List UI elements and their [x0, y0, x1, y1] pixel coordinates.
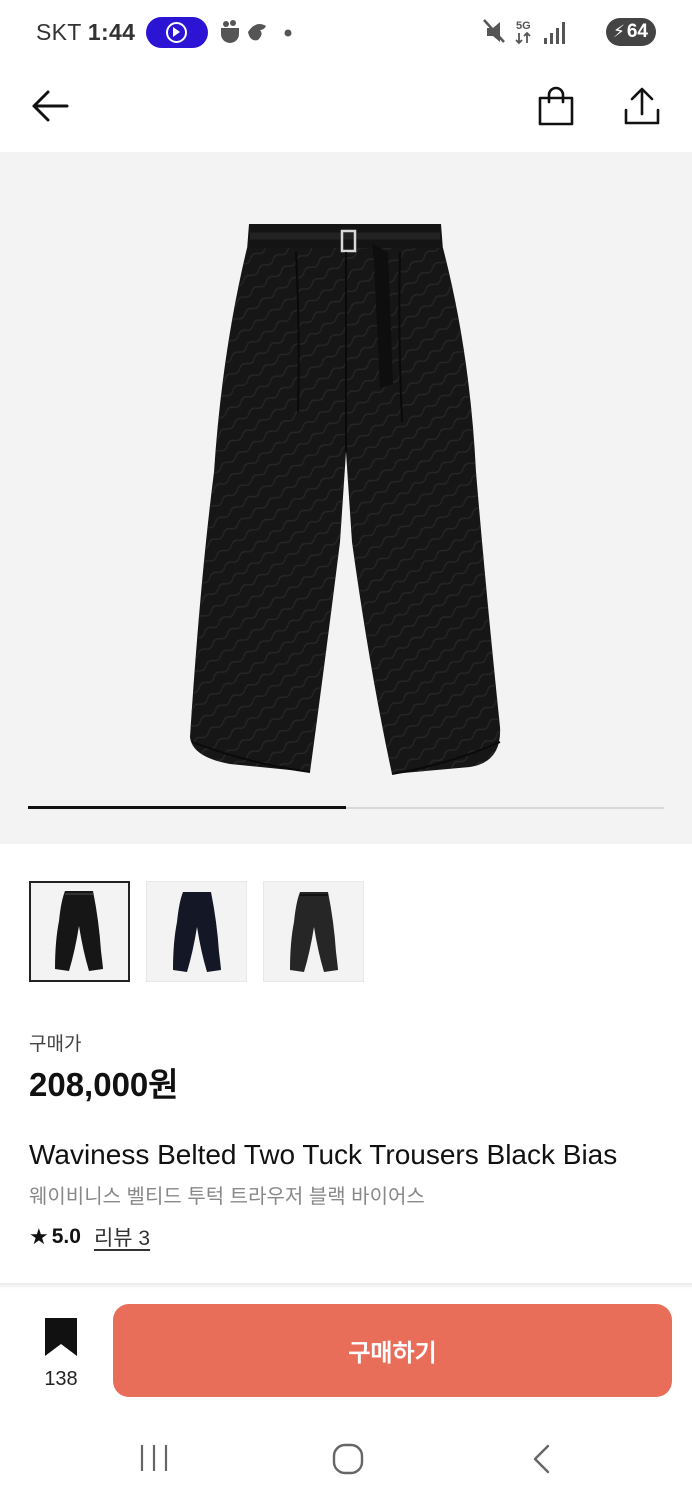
share-icon [624, 87, 660, 125]
bookmark-button[interactable]: 138 [36, 1317, 86, 1391]
status-carrier-time: SKT 1:44 [36, 19, 135, 46]
carrier-name: SKT [36, 19, 82, 45]
carousel-progress [28, 806, 664, 809]
battery-level: 64 [626, 21, 648, 42]
thumbnail-charcoal[interactable] [263, 881, 364, 982]
system-nav-bar [0, 1409, 692, 1500]
share-button[interactable] [614, 78, 670, 134]
back-button[interactable] [24, 80, 76, 132]
charging-bolt-icon: ⚡ [613, 22, 625, 41]
product-image-carousel[interactable] [0, 152, 692, 844]
shopping-bag-icon [538, 86, 574, 126]
thumbnail-image [173, 892, 221, 972]
product-header [0, 66, 692, 152]
product-title-ko: 웨이비니스 벨티드 투턱 트라우저 블랙 바이어스 [29, 1186, 425, 1208]
bottom-action-bar: 138 구매하기 [0, 1289, 692, 1409]
reviews-link[interactable]: 리뷰 3 [94, 1222, 150, 1252]
thumbnail-image [55, 891, 103, 971]
recents-icon[interactable] [138, 1443, 170, 1473]
bookmark-count: 138 [44, 1368, 78, 1390]
arrow-left-icon [32, 90, 69, 122]
thumbnail-image [290, 892, 338, 972]
status-time: 1:44 [87, 19, 136, 45]
rating-row: ★ 5.0 리뷰 3 [29, 1222, 150, 1252]
star-icon: ★ [29, 1224, 49, 1249]
system-status-icons: 5G [483, 19, 565, 45]
network-type: 5G [516, 20, 531, 32]
thumbnail-black-bias[interactable] [29, 881, 130, 982]
thumbnail-navy[interactable] [146, 881, 247, 982]
home-icon[interactable] [332, 1443, 364, 1475]
nav-back-icon[interactable] [530, 1443, 554, 1475]
play-icon [166, 22, 187, 43]
carousel-progress-fill [28, 806, 346, 809]
price-label: 구매가 [29, 1034, 82, 1055]
status-bar: SKT 1:44 5G ⚡ 64 [0, 0, 692, 66]
media-indicator-pill[interactable] [146, 17, 208, 48]
thumbnail-strip [29, 881, 364, 982]
battery-indicator: ⚡ 64 [606, 18, 656, 46]
bookmark-icon [45, 1318, 77, 1356]
rating-score: 5.0 [51, 1225, 81, 1248]
price-value: 208,000원 [29, 1066, 179, 1103]
product-title-en: Waviness Belted Two Tuck Trousers Black … [29, 1139, 618, 1170]
notification-icons [221, 20, 292, 43]
shopping-bag-button[interactable] [528, 78, 584, 134]
product-photo-trousers [190, 224, 501, 775]
buy-button[interactable]: 구매하기 [113, 1304, 672, 1397]
